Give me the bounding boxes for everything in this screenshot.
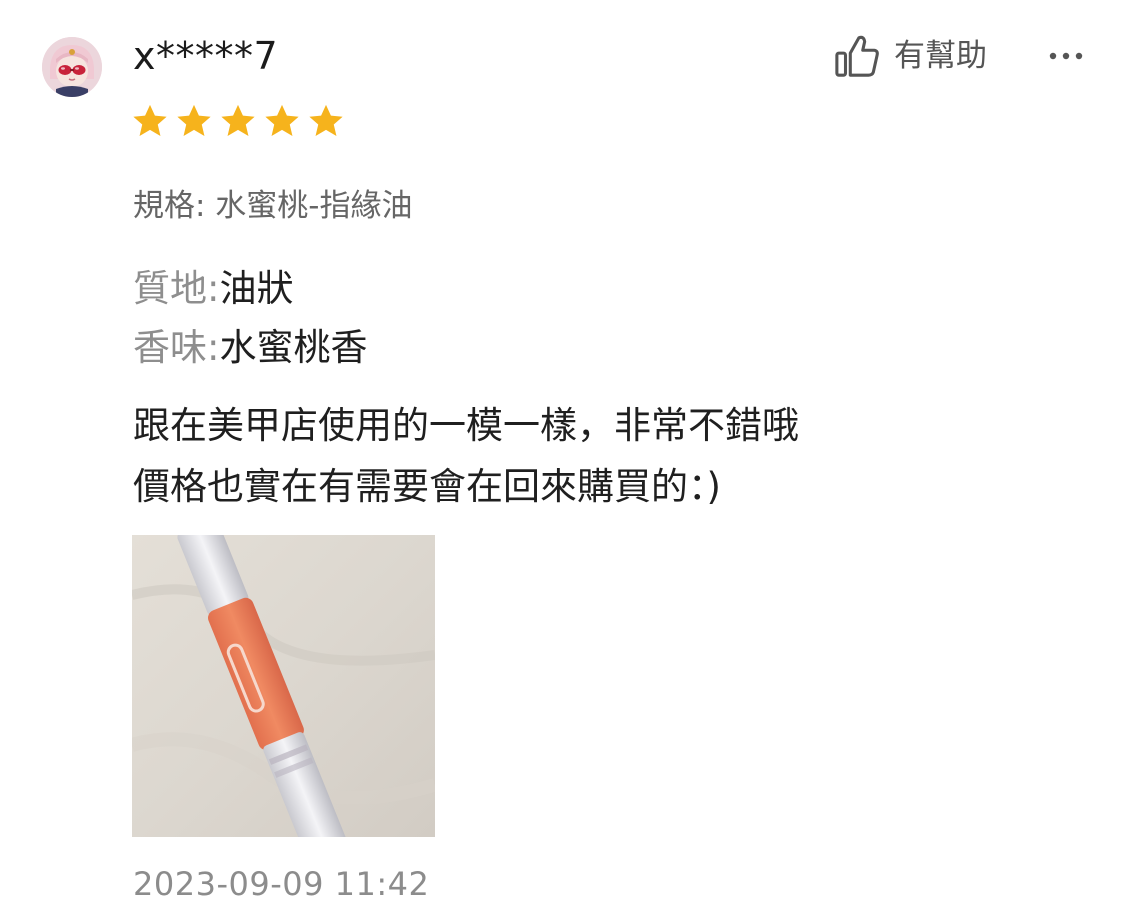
avatar[interactable] bbox=[42, 37, 102, 97]
star-icon bbox=[133, 104, 167, 137]
comment-line: 跟在美甲店使用的一模一樣，非常不錯哦 bbox=[133, 404, 799, 447]
comment-line: 價格也實在有需要會在回來購買的：) bbox=[133, 465, 721, 508]
review-timestamp: 2023-09-09 11:42 bbox=[133, 865, 430, 903]
star-icon bbox=[309, 104, 343, 137]
attribute-label: 質地: bbox=[133, 267, 220, 310]
thumbs-up-icon bbox=[835, 35, 879, 77]
avatar-image bbox=[42, 37, 102, 97]
star-icon bbox=[177, 104, 211, 137]
star-icon bbox=[221, 104, 255, 137]
attribute-value: 水蜜桃香 bbox=[219, 326, 368, 369]
star-rating bbox=[131, 102, 345, 140]
more-options-button[interactable] bbox=[1046, 36, 1086, 76]
cuticle-oil-pen-photo bbox=[132, 535, 435, 837]
review-comment: 跟在美甲店使用的一模一樣，非常不錯哦 價格也實在有需要會在回來購買的：) bbox=[133, 395, 1033, 517]
attribute-label: 香味: bbox=[133, 326, 220, 369]
reviewer-username: x*****7 bbox=[133, 34, 279, 78]
product-spec: 規格: 水蜜桃-指緣油 bbox=[133, 188, 413, 224]
star-icon bbox=[265, 104, 299, 137]
attribute-value: 油狀 bbox=[219, 267, 294, 310]
helpful-label: 有幫助 bbox=[894, 38, 987, 74]
review-photo-thumbnail[interactable] bbox=[132, 535, 435, 837]
helpful-button[interactable]: 有幫助 bbox=[834, 30, 987, 82]
more-dots-icon bbox=[1049, 52, 1083, 60]
attribute-texture: 質地:油狀 bbox=[133, 266, 293, 312]
attribute-scent: 香味:水蜜桃香 bbox=[133, 325, 367, 371]
